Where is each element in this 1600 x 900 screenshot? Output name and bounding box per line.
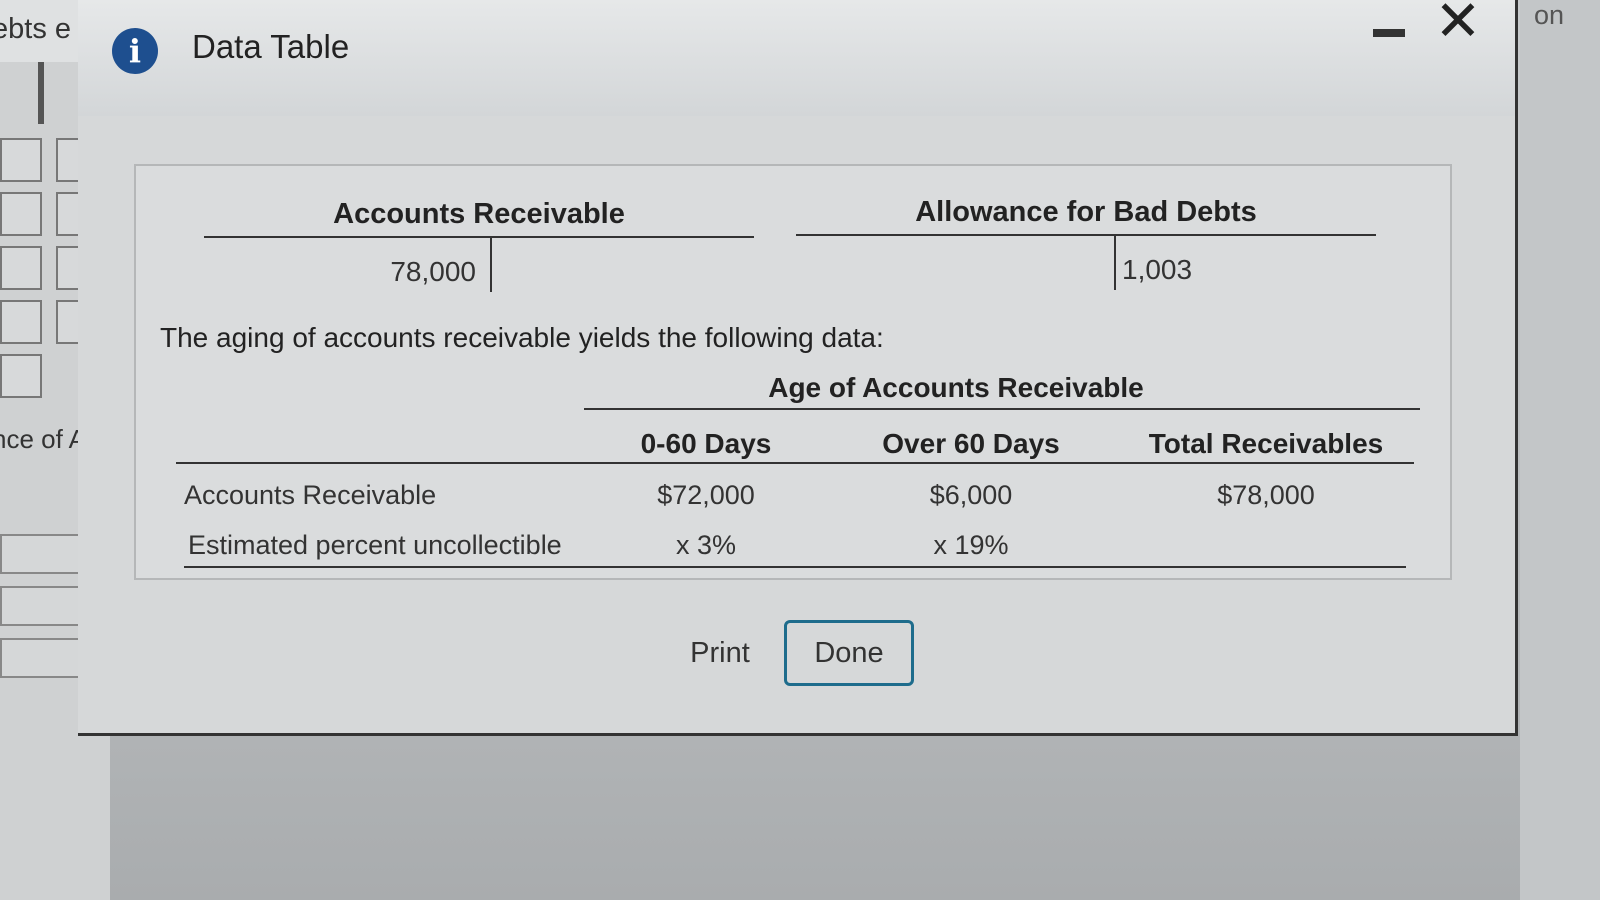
background-fragment-top: ebts e [0,0,80,62]
age-group-header: Age of Accounts Receivable [768,372,1144,403]
t-account-title: Accounts Receivable [333,198,625,230]
info-icon: i [112,28,158,74]
t-account-rule [204,236,754,238]
background-cell [0,192,42,236]
table-cell: $6,000 [929,480,1013,510]
t-account-rule [796,234,1376,236]
table-cell: $72,000 [657,480,755,510]
background-cell [0,246,42,290]
background-cell [0,138,42,182]
background-app-right: on [1520,0,1600,900]
header-rule [176,462,1414,464]
data-table-content: Accounts Receivable 78,000 Allowance for… [134,164,1452,580]
row-label: Estimated percent uncollectible [188,530,562,560]
row-label: Accounts Receivable [184,480,437,510]
close-button[interactable]: ✕ [1428,0,1488,54]
age-group-rule [584,408,1420,410]
minimize-icon [1373,29,1405,37]
background-cell [0,300,42,344]
done-button[interactable]: Done [784,620,914,686]
intro-text: The aging of accounts receivable yields … [160,322,884,353]
dialog-title: Data Table [192,28,350,65]
dialog-titlebar: i Data Table ✕ [78,0,1515,116]
t-account-divider [1114,234,1116,290]
table-bottom-rule [184,566,1406,568]
background-cell [0,354,42,398]
close-icon: ✕ [1434,0,1482,54]
data-table-dialog: i Data Table ✕ Accounts Receivable 78,00… [78,0,1518,736]
column-header: Over 60 Days [882,428,1060,459]
t-account-debit: 78,000 [390,256,476,287]
print-button[interactable]: Print [674,628,766,678]
t-account-divider [490,236,492,292]
t-account-title: Allowance for Bad Debts [915,196,1257,228]
t-account-credit: 1,003 [1122,254,1193,285]
background-fragment-right: on [1534,0,1565,30]
column-header: 0-60 Days [640,428,772,459]
background-divider [38,62,44,124]
table-cell: x 3% [675,530,737,560]
table-cell: x 19% [933,530,1009,560]
minimize-button[interactable] [1370,22,1408,44]
column-header: Total Receivables [1148,428,1384,459]
table-cell: $78,000 [1217,480,1315,510]
